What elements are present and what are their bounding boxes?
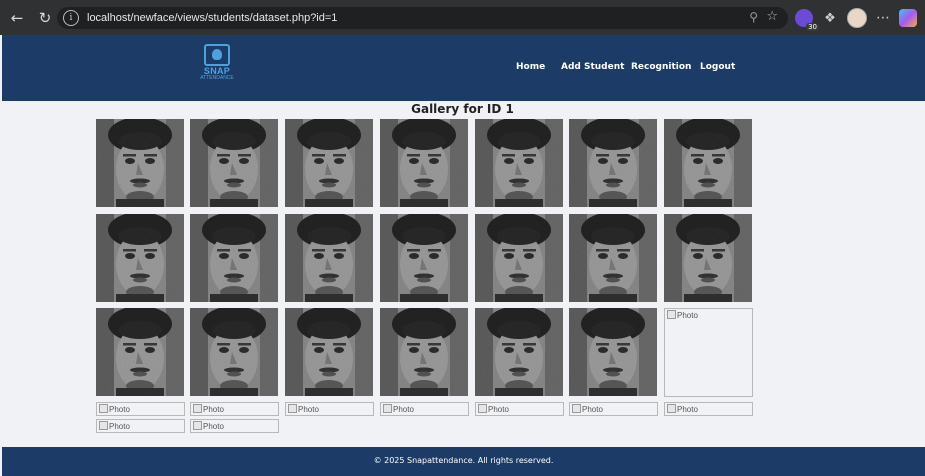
- broken-photo[interactable]: Photo: [380, 402, 469, 416]
- gallery-photo[interactable]: [380, 119, 468, 207]
- broken-photo[interactable]: Photo: [664, 402, 753, 416]
- broken-photo-alt: Photo: [203, 422, 224, 431]
- broken-photo[interactable]: Photo: [664, 308, 753, 397]
- browser-toolbar: ← ↻ i localhost/newface/views/students/d…: [0, 0, 925, 35]
- site-info-icon[interactable]: i: [63, 10, 79, 26]
- gallery-photo[interactable]: [475, 119, 563, 207]
- broken-photo-alt: Photo: [677, 405, 698, 414]
- gallery-photo[interactable]: [569, 308, 657, 396]
- broken-photo[interactable]: Photo: [96, 402, 185, 416]
- arrow-left-icon[interactable]: ←: [6, 7, 28, 29]
- nav-recognition[interactable]: Recognition: [631, 62, 691, 72]
- gallery-photo[interactable]: [475, 214, 563, 302]
- broken-photo-alt: Photo: [582, 405, 603, 414]
- profile-avatar[interactable]: [847, 8, 867, 28]
- gallery-photo[interactable]: [190, 214, 278, 302]
- zoom-icon[interactable]: ⚲: [749, 10, 758, 24]
- gallery-title: Gallery for ID 1: [411, 102, 514, 116]
- broken-photo-alt: Photo: [109, 405, 130, 414]
- gallery-photo[interactable]: [285, 308, 373, 396]
- gallery-photo[interactable]: [190, 308, 278, 396]
- broken-photo-alt: Photo: [677, 311, 698, 320]
- refresh-icon[interactable]: ↻: [34, 7, 56, 29]
- gallery-photo[interactable]: [664, 214, 752, 302]
- broken-photo[interactable]: Photo: [190, 419, 279, 433]
- extension-icon[interactable]: 30: [795, 9, 819, 31]
- more-menu-icon[interactable]: ⋯: [875, 9, 891, 27]
- address-url[interactable]: localhost/newface/views/students/dataset…: [87, 12, 337, 24]
- nav-add-student[interactable]: Add Student: [561, 62, 624, 72]
- site-footer: © 2025 Snapattendance. All rights reserv…: [2, 447, 925, 476]
- address-bar[interactable]: i localhost/newface/views/students/datas…: [57, 7, 788, 29]
- broken-photo[interactable]: Photo: [475, 402, 564, 416]
- broken-photo-alt: Photo: [393, 405, 414, 414]
- gallery-photo[interactable]: [380, 308, 468, 396]
- brand-sub: ATTENDANCE: [200, 75, 234, 81]
- copilot-icon[interactable]: [899, 9, 917, 27]
- broken-photo-alt: Photo: [203, 405, 224, 414]
- extensions-area: 30 ❖ ⋯: [795, 8, 925, 31]
- gallery-photo[interactable]: [475, 308, 563, 396]
- gallery-photo[interactable]: [285, 214, 373, 302]
- broken-photo[interactable]: Photo: [285, 402, 374, 416]
- nav-home[interactable]: Home: [516, 62, 545, 72]
- extension-badge-count: 30: [806, 23, 819, 31]
- broken-photo[interactable]: Photo: [569, 402, 658, 416]
- gallery-photo[interactable]: [96, 119, 184, 207]
- gallery-photo[interactable]: [96, 308, 184, 396]
- nav-logout[interactable]: Logout: [700, 62, 735, 72]
- puzzle-icon[interactable]: ❖: [821, 9, 839, 27]
- broken-photo[interactable]: Photo: [190, 402, 279, 416]
- broken-photo-alt: Photo: [109, 422, 130, 431]
- gallery-photo[interactable]: [96, 214, 184, 302]
- broken-photo[interactable]: Photo: [96, 419, 185, 433]
- main-nav: Home Add Student Recognition Logout: [0, 62, 925, 76]
- broken-photo-alt: Photo: [298, 405, 319, 414]
- gallery-photo[interactable]: [285, 119, 373, 207]
- gallery-photo[interactable]: [380, 214, 468, 302]
- gallery-photo[interactable]: [664, 119, 752, 207]
- gallery-photo[interactable]: [569, 119, 657, 207]
- bookmark-star-icon[interactable]: ☆: [766, 9, 778, 24]
- broken-photo-alt: Photo: [488, 405, 509, 414]
- gallery-photo[interactable]: [569, 214, 657, 302]
- gallery-photo[interactable]: [190, 119, 278, 207]
